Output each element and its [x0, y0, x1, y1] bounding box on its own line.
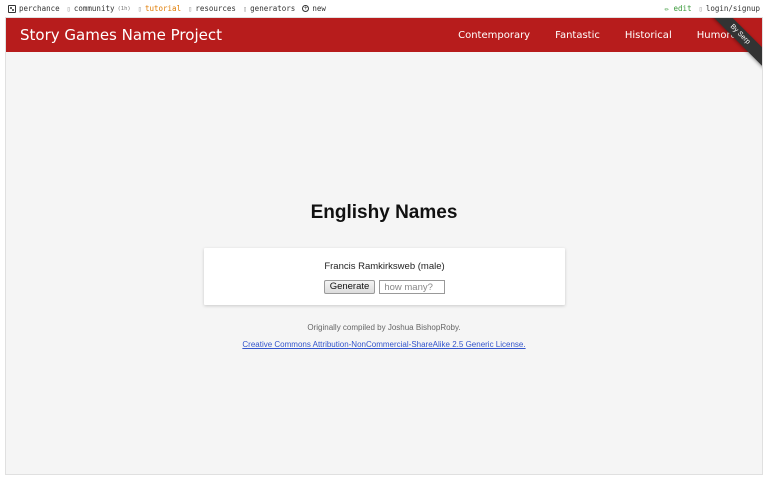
new-link[interactable]: + new — [302, 4, 326, 13]
new-label: new — [312, 4, 326, 13]
generator-frame: Story Games Name Project Contemporary Fa… — [5, 17, 763, 475]
generators-link[interactable]: ▯ generators — [243, 4, 295, 13]
credit-text: Originally compiled by Joshua BishopRoby… — [307, 323, 461, 332]
count-input[interactable] — [379, 280, 446, 294]
edit-label: ✏ edit — [664, 4, 692, 13]
generate-button[interactable]: Generate — [323, 280, 376, 294]
user-icon: ▯ — [698, 4, 703, 13]
nav-fantastic[interactable]: Fantastic — [555, 30, 600, 41]
license-link[interactable]: Creative Commons Attribution-NonCommerci… — [242, 340, 525, 349]
generators-icon: ▯ — [242, 4, 248, 13]
perchance-topbar: perchance ▯ community (1h) ▯ tutorial ▯ … — [0, 0, 768, 17]
chat-icon: ▯ — [66, 4, 71, 13]
community-count: (1h) — [117, 5, 131, 12]
login-link[interactable]: ▯ login/signup — [699, 4, 760, 13]
resources-label: resources — [195, 4, 236, 13]
perchance-label: perchance — [19, 4, 60, 13]
community-link[interactable]: ▯ community (1h) — [67, 4, 131, 13]
tutorial-label: tutorial — [144, 4, 182, 13]
plus-circle-icon: + — [302, 4, 310, 12]
resources-icon: ▯ — [188, 4, 193, 13]
site-brand[interactable]: Story Games Name Project — [20, 26, 222, 44]
generated-name-output: Francis Ramkirksweb (male) — [324, 261, 445, 272]
page-title: Englishy Names — [310, 202, 458, 223]
license-line: Creative Commons Attribution-NonCommerci… — [6, 340, 762, 349]
login-label: login/signup — [705, 4, 760, 13]
nav-links: Contemporary Fantastic Historical Humoro… — [458, 30, 748, 41]
site-navbar: Story Games Name Project Contemporary Fa… — [6, 18, 762, 52]
topbar-right: ✏ edit ▯ login/signup — [665, 4, 761, 13]
generator-controls: Generate — [204, 280, 565, 294]
nav-historical[interactable]: Historical — [625, 30, 672, 41]
perchance-home-link[interactable]: perchance — [8, 4, 60, 13]
generators-label: generators — [250, 4, 296, 13]
generator-card: Francis Ramkirksweb (male) Generate — [204, 248, 565, 305]
dice-icon — [8, 4, 16, 13]
resources-link[interactable]: ▯ resources — [188, 4, 236, 13]
edit-link[interactable]: ✏ edit — [665, 4, 692, 13]
topbar-left: perchance ▯ community (1h) ▯ tutorial ▯ … — [8, 4, 326, 13]
tutorial-link[interactable]: ▯ tutorial — [138, 4, 181, 13]
community-label: community — [73, 4, 115, 13]
book-icon: ▯ — [137, 4, 142, 13]
nav-contemporary[interactable]: Contemporary — [458, 30, 530, 41]
